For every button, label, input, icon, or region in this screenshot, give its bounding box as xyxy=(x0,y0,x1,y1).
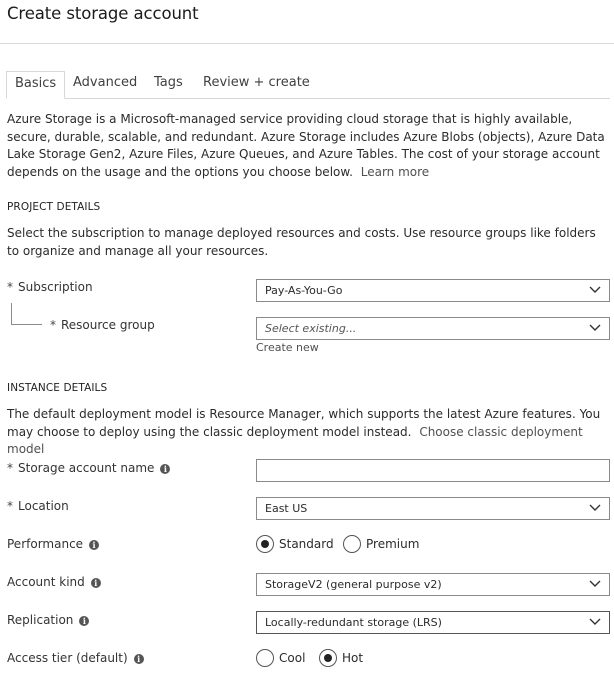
access-tier-cool-label: Cool xyxy=(279,651,306,665)
access-tier-cool-radio[interactable]: Cool xyxy=(256,649,305,667)
radio-selected-indicator xyxy=(256,535,274,553)
storage-account-name-input[interactable] xyxy=(256,459,610,482)
account-kind-value: StorageV2 (general purpose v2) xyxy=(265,578,442,591)
info-icon[interactable]: i xyxy=(79,616,90,626)
tree-connector-vertical xyxy=(11,303,12,324)
replication-label-text: Replication xyxy=(7,613,74,627)
account-kind-label-text: Account kind xyxy=(7,575,85,589)
chevron-down-icon xyxy=(589,324,601,331)
page-title: Create storage account xyxy=(7,4,199,23)
required-marker: * xyxy=(7,280,13,294)
resource-group-placeholder: Select existing... xyxy=(265,322,357,335)
chevron-down-icon xyxy=(589,618,601,625)
project-details-description: Select the subscription to manage deploy… xyxy=(7,226,596,258)
resource-group-label-text: Resource group xyxy=(61,318,155,332)
tab-basics[interactable]: Basics xyxy=(6,71,66,99)
intro-text: Azure Storage is a Microsoft-managed ser… xyxy=(7,112,605,179)
chevron-down-icon xyxy=(589,580,601,587)
replication-value: Locally-redundant storage (LRS) xyxy=(265,616,442,629)
tab-bar: Basics Advanced Tags Review + create xyxy=(6,71,610,99)
access-tier-hot-radio[interactable]: Hot xyxy=(319,649,363,667)
access-tier-label: Access tier (default) i xyxy=(7,651,144,665)
account-kind-label: Account kind i xyxy=(7,575,101,589)
radio-unselected-indicator xyxy=(256,649,274,667)
account-kind-dropdown[interactable]: StorageV2 (general purpose v2) xyxy=(256,573,610,596)
subscription-label-text: Subscription xyxy=(18,280,93,294)
chevron-down-icon xyxy=(589,504,601,511)
performance-label: Performance i xyxy=(7,537,100,551)
access-tier-label-text: Access tier (default) xyxy=(7,651,128,665)
header-divider xyxy=(0,43,614,44)
storage-account-name-label-text: Storage account name xyxy=(18,461,155,475)
info-icon[interactable]: i xyxy=(89,540,100,550)
tab-review-create[interactable]: Review + create xyxy=(203,75,310,90)
radio-unselected-indicator xyxy=(343,535,361,553)
subscription-dropdown[interactable]: Pay-As-You-Go xyxy=(256,279,610,302)
performance-premium-radio[interactable]: Premium xyxy=(343,535,419,553)
project-details-heading: PROJECT DETAILS xyxy=(7,201,101,213)
info-icon[interactable]: i xyxy=(160,464,171,474)
performance-label-text: Performance xyxy=(7,537,84,551)
replication-label: Replication i xyxy=(7,613,90,627)
instance-details-heading: INSTANCE DETAILS xyxy=(7,382,108,394)
create-new-link[interactable]: Create new xyxy=(256,341,319,354)
subscription-value: Pay-As-You-Go xyxy=(265,284,343,297)
intro-paragraph: Azure Storage is a Microsoft-managed ser… xyxy=(7,111,607,181)
access-tier-hot-label: Hot xyxy=(342,651,364,665)
instance-details-description: The default deployment model is Resource… xyxy=(7,406,607,459)
tab-tags[interactable]: Tags xyxy=(154,75,183,90)
chevron-down-icon xyxy=(589,286,601,293)
info-icon[interactable]: i xyxy=(90,578,101,588)
tree-connector-horizontal xyxy=(11,324,42,325)
info-icon[interactable]: i xyxy=(133,654,144,664)
required-marker: * xyxy=(7,499,13,513)
radio-selected-indicator xyxy=(319,649,337,667)
location-label: * Location xyxy=(7,499,69,513)
performance-premium-label: Premium xyxy=(366,537,420,551)
location-dropdown[interactable]: East US xyxy=(256,497,610,520)
tab-advanced[interactable]: Advanced xyxy=(73,75,137,90)
required-marker: * xyxy=(7,461,13,475)
subscription-label: * Subscription xyxy=(7,280,93,294)
learn-more-link[interactable]: Learn more xyxy=(361,165,429,179)
required-marker: * xyxy=(50,318,56,332)
location-label-text: Location xyxy=(18,499,69,513)
performance-standard-radio[interactable]: Standard xyxy=(256,535,334,553)
resource-group-dropdown[interactable]: Select existing... xyxy=(256,317,610,340)
resource-group-label: * Resource group xyxy=(50,318,155,332)
performance-standard-label: Standard xyxy=(279,537,334,551)
replication-dropdown[interactable]: Locally-redundant storage (LRS) xyxy=(256,611,610,634)
storage-account-name-label: * Storage account name i xyxy=(7,461,171,475)
location-value: East US xyxy=(265,502,308,515)
